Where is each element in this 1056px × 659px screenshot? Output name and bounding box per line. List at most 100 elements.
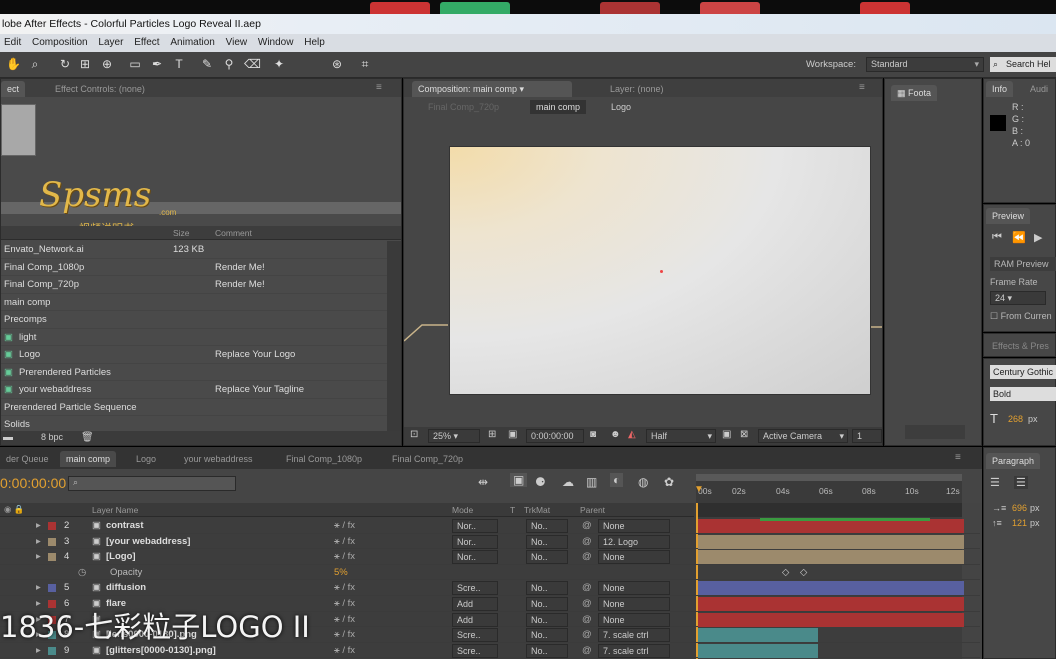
panel-menu-icon[interactable]: ≡ (955, 452, 961, 463)
axis-mode-icon[interactable]: ⊛ (330, 57, 344, 71)
bit-depth[interactable]: 8 bpc (41, 432, 63, 442)
shy-layers-icon[interactable]: ☁ (562, 475, 574, 489)
twirl-icon[interactable]: ▸ (36, 549, 41, 564)
layer-duration-bar[interactable] (698, 550, 964, 565)
frame-rate-select[interactable]: 24 ▾ (990, 291, 1046, 305)
font-size-value[interactable]: 268 (1008, 414, 1023, 424)
brush-tool-icon[interactable]: ✎ (200, 57, 214, 71)
tab-final-comp-720p[interactable]: Final Comp_720p (386, 451, 469, 467)
list-item[interactable]: main comp (1, 294, 387, 311)
switches-icon[interactable]: ⚹ / fx (334, 612, 355, 627)
layer-name[interactable]: diffusion (106, 580, 146, 595)
switches-icon[interactable]: ⚹ / fx (334, 580, 355, 595)
label-color[interactable] (48, 646, 56, 655)
panel-menu-icon[interactable]: ≡ (376, 82, 382, 93)
trkmat-select[interactable]: No.. (526, 550, 568, 565)
font-style-select[interactable]: Bold (990, 387, 1056, 401)
parent-select[interactable]: 12. Logo (598, 534, 670, 549)
parent-pickwhip-icon[interactable]: @ (582, 643, 592, 658)
menu-window[interactable]: Window (254, 34, 298, 48)
trkmat-select[interactable]: No.. (526, 581, 568, 596)
parent-pickwhip-icon[interactable]: @ (582, 612, 592, 627)
parent-select[interactable]: None (598, 597, 670, 611)
safe-zones-icon[interactable]: ⊞ (488, 429, 496, 440)
list-item[interactable]: Envato_Network.ai 123 KB (1, 241, 387, 259)
tab-paragraph[interactable]: Paragraph (986, 453, 1041, 469)
indent-value[interactable]: 696 (1012, 503, 1027, 513)
channel-icon[interactable]: ◭ (628, 429, 636, 440)
play-icon[interactable]: ▶ (1034, 231, 1042, 244)
motion-blur-icon[interactable]: ◐ (610, 473, 624, 487)
list-item[interactable]: ▣ Prerendered Particles (1, 364, 387, 381)
twirl-icon[interactable]: ▸ (36, 518, 41, 533)
mode-select[interactable]: Nor.. (452, 534, 498, 549)
tab-final-comp-1080p[interactable]: Final Comp_1080p (280, 451, 368, 467)
layer-search-input[interactable]: ⌕ (68, 476, 236, 491)
tab-info[interactable]: Info (986, 81, 1014, 97)
breadcrumb-item-active[interactable]: main comp (530, 100, 587, 114)
tab-project[interactable]: ect (1, 81, 26, 97)
layer-duration-bar[interactable] (698, 628, 818, 643)
tab-layer[interactable]: Layer: (none) (604, 81, 670, 97)
label-color[interactable] (48, 553, 56, 562)
trash-icon[interactable]: 🗑 (81, 432, 94, 443)
trkmat-select[interactable]: No.. (526, 612, 568, 627)
trkmat-select[interactable]: No.. (526, 643, 568, 658)
layer-duration-bar[interactable] (698, 597, 964, 611)
font-family-select[interactable]: Century Gothic (990, 365, 1056, 379)
layer-duration-bar[interactable] (698, 643, 818, 658)
label-color[interactable] (48, 537, 56, 546)
fast-previews-icon[interactable]: ▣ (722, 429, 731, 440)
label-color[interactable] (48, 522, 56, 530)
list-item[interactable]: Solids (1, 416, 387, 431)
mode-select[interactable]: Add (452, 597, 498, 611)
tab-your-webaddress[interactable]: your webaddress (178, 451, 259, 467)
camera-tool-icon[interactable]: ⊞ (78, 57, 92, 71)
list-item[interactable]: ▣ Logo Replace Your Logo (1, 346, 387, 364)
menu-edit[interactable]: Edit (0, 34, 25, 48)
layer-row[interactable]: ▸ 2 ▣ contrast ⚹ / fx Nor.. No.. @ None (0, 518, 980, 534)
tab-composition[interactable]: Composition: main comp ▾ (412, 81, 572, 97)
parent-select[interactable]: None (598, 581, 670, 596)
from-current-checkbox[interactable]: ☐ From Curren (990, 311, 1052, 322)
trkmat-select[interactable]: No.. (526, 597, 568, 611)
work-area-bar[interactable] (696, 474, 962, 481)
breadcrumb-item[interactable]: Final Comp_720p (428, 102, 499, 112)
snapshot-icon[interactable]: ◙ (590, 429, 596, 440)
panel-menu-icon[interactable]: ≡ (859, 82, 865, 93)
comp-viewer[interactable] (450, 147, 870, 394)
live-update-icon[interactable]: ⚈ (535, 475, 546, 489)
menu-composition[interactable]: Composition (28, 34, 92, 48)
switches-icon[interactable]: ⚹ / fx (334, 534, 355, 549)
parent-select[interactable]: 7. scale ctrl (598, 628, 670, 643)
grid-icon[interactable]: ⊡ (410, 429, 418, 440)
column-parent[interactable]: Parent (580, 505, 605, 515)
tab-audio[interactable]: Audi (1024, 81, 1054, 97)
list-item[interactable]: Precomps (1, 311, 387, 329)
parent-pickwhip-icon[interactable]: @ (582, 580, 592, 595)
column-size[interactable]: Size (173, 228, 190, 238)
clone-stamp-tool-icon[interactable]: ⚲ (222, 57, 236, 71)
project-scrollbar[interactable] (387, 241, 401, 431)
brainstorm-icon[interactable]: ✿ (664, 475, 674, 489)
space-before-value[interactable]: 121 (1012, 518, 1027, 528)
keyframe-icon[interactable]: ◇ (782, 565, 789, 580)
snapping-icon[interactable]: ⌗ (358, 57, 372, 71)
zoom-tool-icon[interactable]: ⌕ (28, 57, 42, 71)
puppet-pin-tool-icon[interactable]: ✦ (272, 57, 286, 71)
layer-row[interactable]: ▸ 3 ▣ [your webaddress] ⚹ / fx Nor.. No.. @12. … (0, 534, 980, 550)
mode-select[interactable]: Scre.. (452, 628, 498, 643)
parent-pickwhip-icon[interactable]: @ (582, 518, 592, 533)
graph-editor-icon[interactable]: ◍ (638, 475, 648, 489)
hand-tool-icon[interactable]: ✋ (6, 57, 21, 71)
zoom-select[interactable]: 25% ▾ (428, 429, 480, 443)
draft-3d-icon[interactable]: ▣ (510, 473, 528, 487)
switches-icon[interactable]: ⚹ / fx (334, 549, 355, 564)
parent-select[interactable]: None (598, 612, 670, 627)
align-center-icon[interactable]: ☰ (1014, 476, 1028, 489)
region-icon[interactable]: ▣ (508, 429, 517, 440)
current-time-field[interactable]: 0:00:00:00 (526, 429, 584, 443)
keyframe-icon[interactable]: ◇ (800, 565, 807, 580)
tab-effect-controls[interactable]: Effect Controls: (none) (49, 81, 151, 97)
ram-preview-select[interactable]: RAM Preview (990, 257, 1056, 271)
